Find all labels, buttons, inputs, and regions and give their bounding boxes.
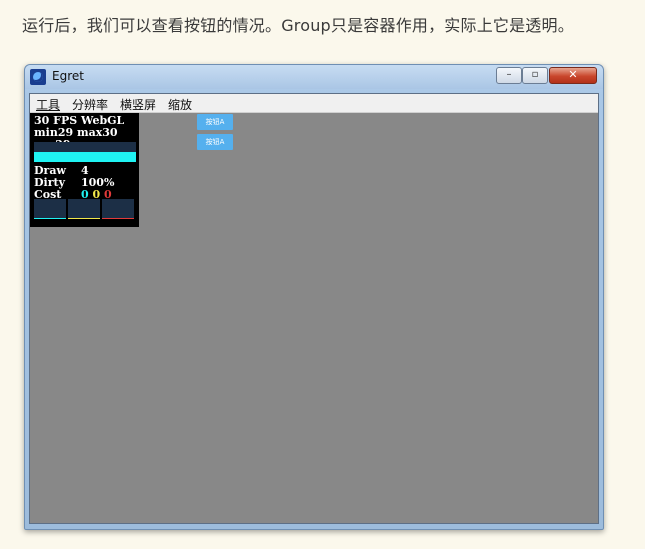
client-area: 工具 分辨率 横竖屏 缩放 30 FPS WebGL min29 max30 a… bbox=[29, 93, 599, 524]
fps-graph bbox=[34, 142, 136, 162]
fps-stats-panel: 30 FPS WebGL min29 max30 avg29 Draw 4 Di… bbox=[30, 113, 139, 227]
window-title: Egret bbox=[52, 69, 84, 83]
menu-item-zoom[interactable]: 缩放 bbox=[168, 96, 192, 113]
cost-graph-2 bbox=[68, 199, 100, 219]
stage-button-a-1[interactable]: 按钮A bbox=[197, 114, 233, 130]
menu-item-orientation[interactable]: 横竖屏 bbox=[120, 96, 156, 113]
cost-graph-3 bbox=[102, 199, 134, 219]
fps-graph-bar bbox=[34, 152, 136, 162]
app-window: Egret – ▫ ✕ 工具 分辨率 横竖屏 缩放 30 FPS WebGL m… bbox=[24, 64, 604, 530]
title-bar[interactable]: Egret – ▫ ✕ bbox=[25, 65, 603, 89]
menu-item-tools[interactable]: 工具 bbox=[36, 96, 60, 113]
stage-button-a-2[interactable]: 按钮A bbox=[197, 134, 233, 150]
cost-graph-1 bbox=[34, 199, 66, 219]
game-stage[interactable]: 30 FPS WebGL min29 max30 avg29 Draw 4 Di… bbox=[30, 113, 598, 523]
minimize-button[interactable]: – bbox=[496, 67, 522, 84]
menu-bar: 工具 分辨率 横竖屏 缩放 bbox=[30, 94, 598, 113]
close-button[interactable]: ✕ bbox=[549, 67, 597, 84]
menu-item-resolution[interactable]: 分辨率 bbox=[72, 96, 108, 113]
egret-app-icon bbox=[30, 69, 46, 85]
caption-text: 运行后，我们可以查看按钮的情况。Group只是容器作用，实际上它是透明。 bbox=[22, 16, 574, 35]
maximize-button[interactable]: ▫ bbox=[522, 67, 548, 84]
